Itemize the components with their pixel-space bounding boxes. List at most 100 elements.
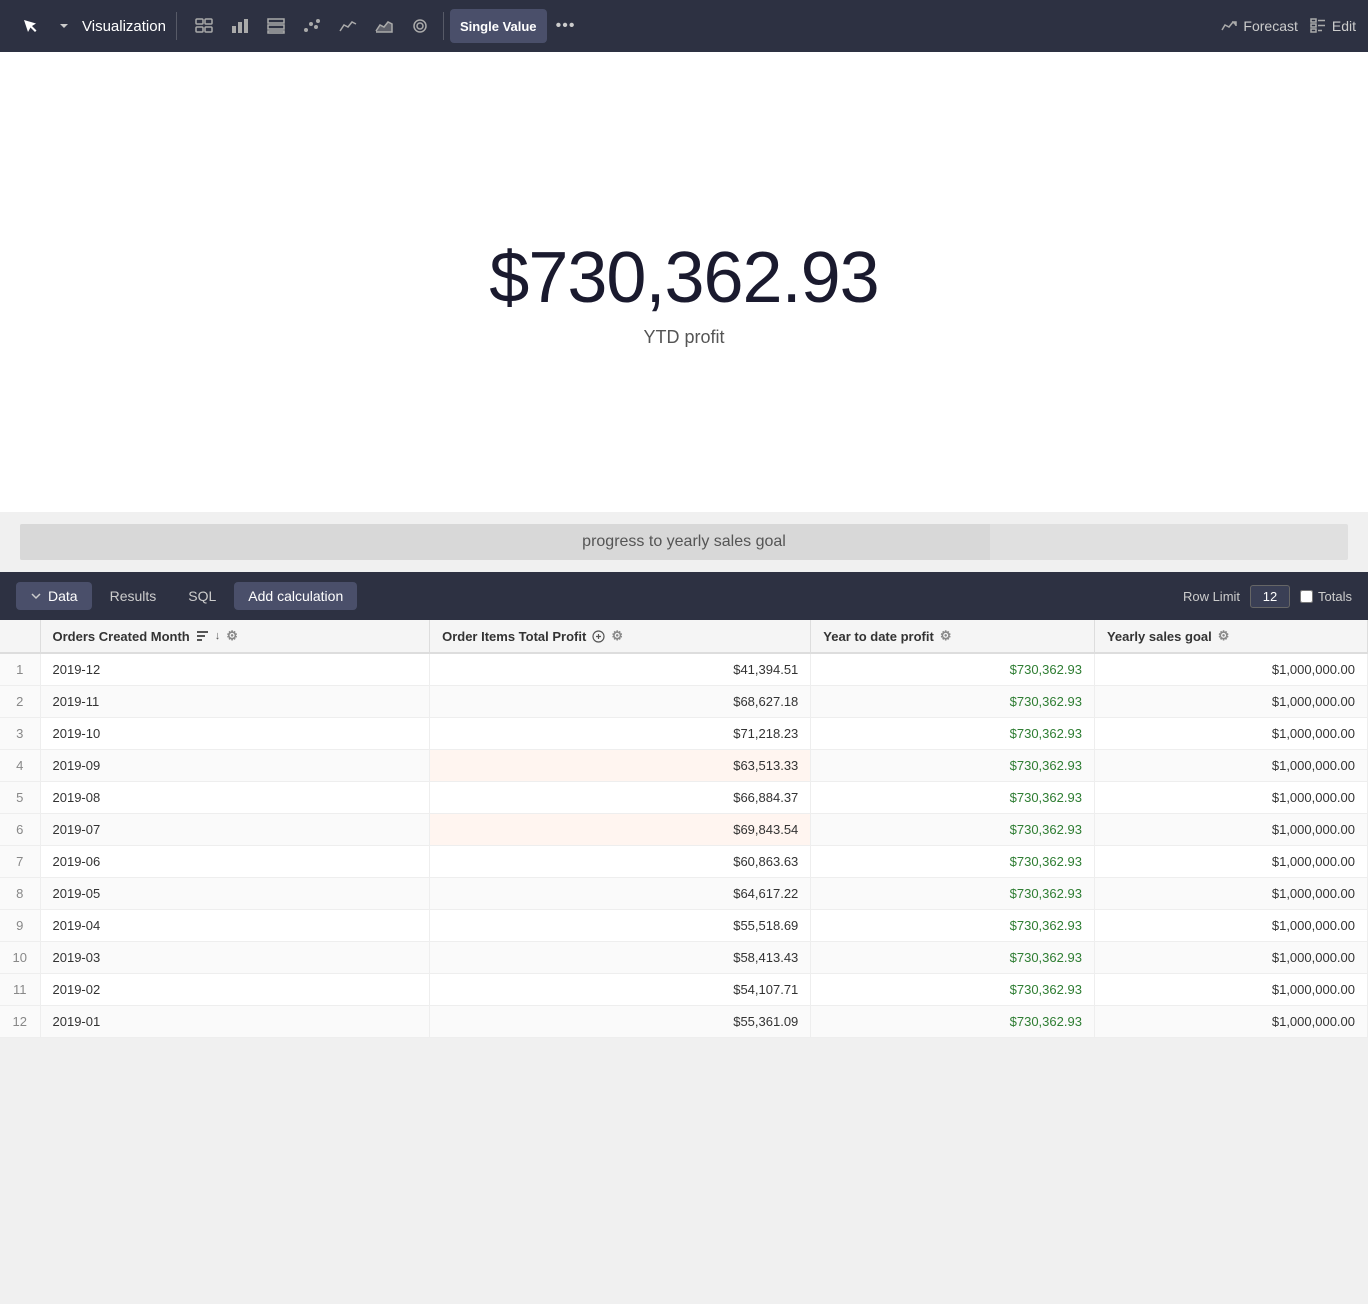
edit-label: Edit [1332, 18, 1356, 34]
table-row: 42019-09$63,513.33$730,362.93$1,000,000.… [0, 750, 1368, 782]
table-vis-icon[interactable] [187, 9, 221, 43]
chevron-down-icon-data [30, 590, 42, 602]
sort-direction-icon[interactable]: ↓ [215, 630, 221, 642]
cell-goal: $1,000,000.00 [1094, 1006, 1367, 1038]
th-month: Orders Created Month ↓ ⚙ [40, 620, 430, 653]
totals-checkbox[interactable] [1300, 590, 1313, 603]
cell-ytd: $730,362.93 [811, 974, 1095, 1006]
progress-bar-container: progress to yearly sales goal [20, 524, 1348, 560]
th-goal: Yearly sales goal ⚙ [1094, 620, 1367, 653]
forecast-label: Forecast [1243, 18, 1297, 34]
th-ytd: Year to date profit ⚙ [811, 620, 1095, 653]
tab-data[interactable]: Data [16, 582, 92, 610]
bar-chart-vis-icon[interactable] [223, 9, 257, 43]
table-row: 82019-05$64,617.22$730,362.93$1,000,000.… [0, 878, 1368, 910]
profit-col-icon [592, 630, 605, 643]
row-limit-input[interactable] [1250, 585, 1290, 608]
visualization-area: $730,362.93 YTD profit [0, 52, 1368, 512]
edit-button[interactable]: Edit [1310, 18, 1356, 34]
edit-icon [1310, 18, 1326, 34]
cell-month: 2019-03 [40, 942, 430, 974]
cell-profit: $66,884.37 [430, 782, 811, 814]
cell-profit: $41,394.51 [430, 653, 811, 686]
row-num: 1 [0, 653, 40, 686]
cell-profit: $55,361.09 [430, 1006, 811, 1038]
cell-profit: $71,218.23 [430, 718, 811, 750]
toolbar-right: Forecast Edit [1221, 18, 1356, 34]
line-chart-vis-icon[interactable] [331, 9, 365, 43]
main-value-label: YTD profit [643, 327, 724, 348]
tab-add-calculation[interactable]: Add calculation [234, 582, 357, 610]
cell-ytd: $730,362.93 [811, 878, 1095, 910]
cell-ytd: $730,362.93 [811, 653, 1095, 686]
cursor-icon[interactable] [12, 8, 48, 44]
row-num: 9 [0, 910, 40, 942]
month-col-settings-icon[interactable]: ⚙ [226, 628, 238, 644]
forecast-button[interactable]: Forecast [1221, 18, 1297, 34]
cell-goal: $1,000,000.00 [1094, 653, 1367, 686]
table-row: 52019-08$66,884.37$730,362.93$1,000,000.… [0, 782, 1368, 814]
cell-month: 2019-09 [40, 750, 430, 782]
cell-ytd: $730,362.93 [811, 814, 1095, 846]
row-num: 11 [0, 974, 40, 1006]
more-options-icon[interactable]: ••• [549, 9, 583, 43]
cell-profit: $60,863.63 [430, 846, 811, 878]
cell-ytd: $730,362.93 [811, 846, 1095, 878]
single-value-label: Single Value [460, 19, 537, 34]
table-row: 112019-02$54,107.71$730,362.93$1,000,000… [0, 974, 1368, 1006]
cell-ytd: $730,362.93 [811, 750, 1095, 782]
cell-ytd: $730,362.93 [811, 942, 1095, 974]
cell-month: 2019-01 [40, 1006, 430, 1038]
area-chart-vis-icon[interactable] [367, 9, 401, 43]
cell-profit: $54,107.71 [430, 974, 811, 1006]
cell-month: 2019-11 [40, 686, 430, 718]
cell-goal: $1,000,000.00 [1094, 718, 1367, 750]
pivot-vis-icon[interactable] [259, 9, 293, 43]
table-row: 62019-07$69,843.54$730,362.93$1,000,000.… [0, 814, 1368, 846]
cell-profit: $64,617.22 [430, 878, 811, 910]
cell-goal: $1,000,000.00 [1094, 686, 1367, 718]
table-row: 32019-10$71,218.23$730,362.93$1,000,000.… [0, 718, 1368, 750]
goal-col-settings-icon[interactable]: ⚙ [1218, 628, 1230, 644]
single-value-vis-icon[interactable]: Single Value [450, 9, 547, 43]
main-value-display: $730,362.93 [489, 237, 878, 319]
visualization-label: Visualization [82, 18, 166, 35]
cell-goal: $1,000,000.00 [1094, 910, 1367, 942]
sort-icon[interactable] [196, 630, 209, 643]
cell-ytd: $730,362.93 [811, 686, 1095, 718]
ytd-col-settings-icon[interactable]: ⚙ [940, 628, 952, 644]
forecast-icon [1221, 18, 1237, 34]
cell-profit: $68,627.18 [430, 686, 811, 718]
progress-bar-area: progress to yearly sales goal [0, 512, 1368, 572]
vis-type-icons: Single Value ••• [187, 9, 583, 43]
cell-month: 2019-10 [40, 718, 430, 750]
row-num: 2 [0, 686, 40, 718]
cell-ytd: $730,362.93 [811, 1006, 1095, 1038]
cell-goal: $1,000,000.00 [1094, 878, 1367, 910]
donut-vis-icon[interactable] [403, 9, 437, 43]
main-toolbar: Visualization [0, 0, 1368, 52]
tab-sql[interactable]: SQL [174, 582, 230, 610]
cell-month: 2019-07 [40, 814, 430, 846]
profit-col-settings-icon[interactable]: ⚙ [611, 628, 623, 644]
cell-month: 2019-04 [40, 910, 430, 942]
row-num: 12 [0, 1006, 40, 1038]
cell-goal: $1,000,000.00 [1094, 974, 1367, 1006]
cell-goal: $1,000,000.00 [1094, 782, 1367, 814]
scatter-vis-icon[interactable] [295, 9, 329, 43]
chevron-down-icon[interactable] [54, 8, 74, 44]
th-profit: Order Items Total Profit ⚙ [430, 620, 811, 653]
progress-bar-fill [20, 524, 990, 560]
cell-profit: $58,413.43 [430, 942, 811, 974]
cell-ytd: $730,362.93 [811, 782, 1095, 814]
cell-profit: $69,843.54 [430, 814, 811, 846]
table-row: 122019-01$55,361.09$730,362.93$1,000,000… [0, 1006, 1368, 1038]
row-num: 10 [0, 942, 40, 974]
toolbar-separator [176, 12, 177, 40]
cell-month: 2019-08 [40, 782, 430, 814]
row-num: 7 [0, 846, 40, 878]
table-row: 12019-12$41,394.51$730,362.93$1,000,000.… [0, 653, 1368, 686]
cell-month: 2019-06 [40, 846, 430, 878]
row-limit-label: Row Limit [1183, 589, 1240, 604]
tab-results[interactable]: Results [96, 582, 171, 610]
